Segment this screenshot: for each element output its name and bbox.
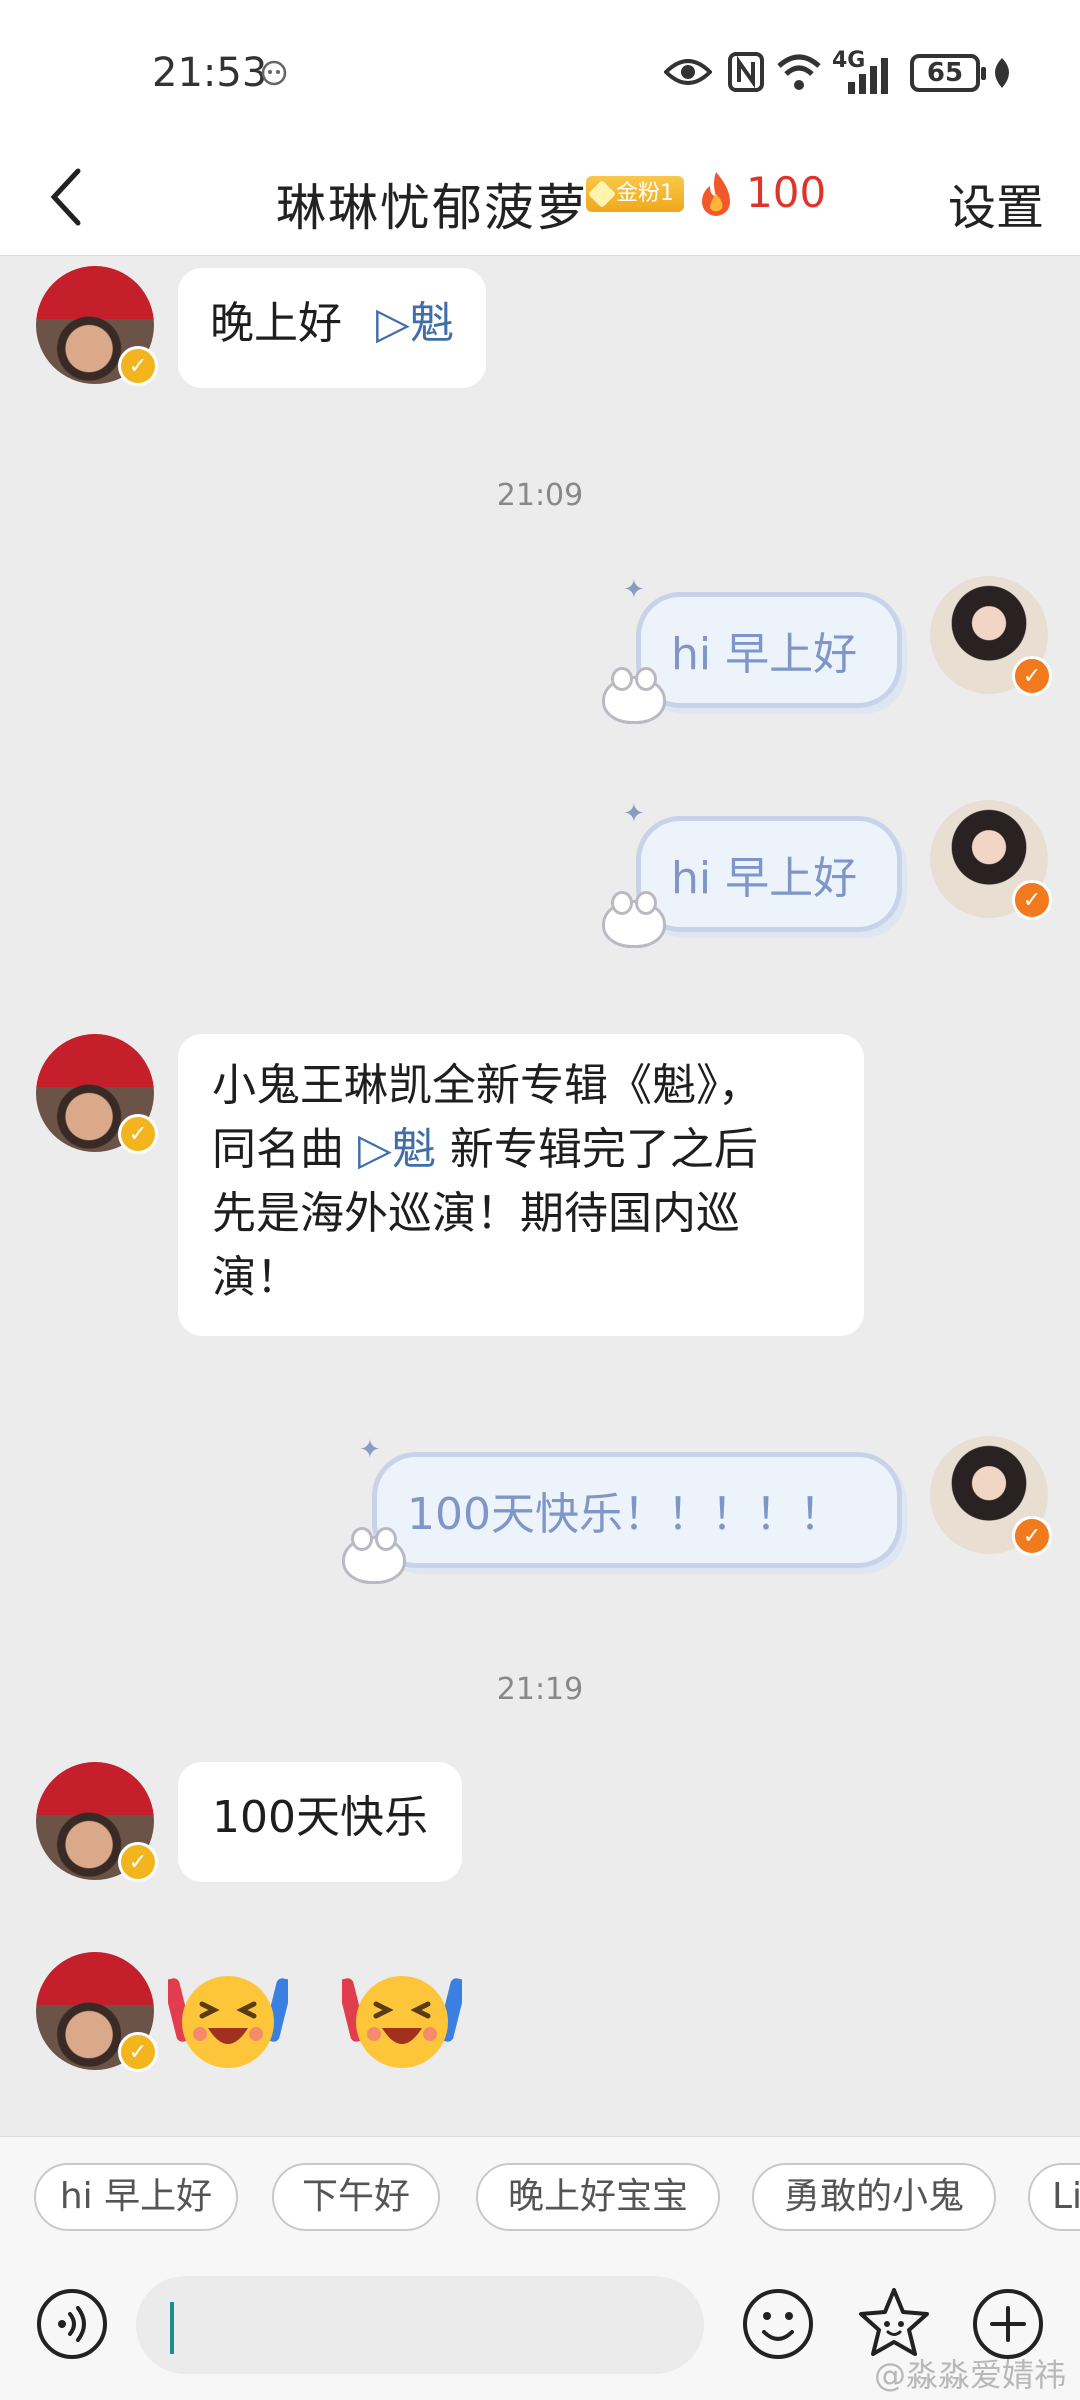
leaf-icon [995,58,1009,88]
message-text: 晚上好 [210,298,342,349]
friend-avatar[interactable]: ✓ [36,1952,158,2072]
quick-reply-chip[interactable]: hi 早上好 [34,2163,238,2231]
timestamp: 21:09 [496,478,584,513]
timestamp: 21:19 [496,1672,584,1707]
laughing-cheering-emoji-icon[interactable] [342,1956,462,2076]
message-text: hi 早上好 [671,853,858,904]
message-input[interactable] [136,2276,704,2374]
verified-icon: ✓ [118,346,158,386]
chat-area[interactable]: ✓ 晚上好 ▷魁 21:09 ✓ hi 早上好 ✓ hi 早上好 ✓ 小鬼王琳凯… [0,256,1080,2136]
fire-count: 100 [746,168,827,217]
bunny-decoration-icon [342,1527,406,1584]
quick-reply-chip[interactable]: 勇敢的小鬼 [752,2163,996,2231]
emoji-icon[interactable] [740,2286,816,2362]
wifi-icon [777,54,821,90]
chat-title[interactable]: 琳琳忧郁菠萝 [276,168,588,240]
nfc-icon [728,52,764,92]
my-avatar[interactable]: ✓ [930,576,1052,696]
song-link[interactable]: ▷魁 [358,1124,436,1175]
back-button[interactable] [36,162,96,232]
status-time: 21:53 [152,50,268,96]
message-line: 小鬼王琳凯全新专辑《魁》， [212,1060,762,1111]
verified-icon: ✓ [118,1114,158,1154]
status-bar: 21:53 4G 65 [0,0,1080,140]
friend-avatar[interactable]: ✓ [36,1034,158,1154]
message-bubble-incoming[interactable]: 100天快乐 [178,1762,462,1882]
flame-icon [702,172,730,216]
verified-icon: ✓ [1012,880,1052,920]
message-bubble-outgoing[interactable]: hi 早上好 [623,799,902,932]
message-text: hi 早上好 [671,629,858,680]
message-line: 演！ [212,1252,300,1303]
message-bubble-outgoing[interactable]: 100天快乐！！！！！ [359,1435,902,1568]
message-bubble-incoming[interactable]: 小鬼王琳凯全新专辑《魁》， 同名曲 ▷魁 新专辑完了之后 先是海外巡演！期待国内… [178,1034,864,1336]
alarm-bunny-icon [261,60,287,86]
message-bubble-outgoing[interactable]: hi 早上好 [623,575,902,708]
text-cursor [170,2302,174,2354]
quick-reply-chip[interactable]: 下午好 [272,2163,440,2231]
my-avatar[interactable]: ✓ [930,1436,1052,1556]
quick-reply-chip[interactable]: Li [1028,2163,1080,2231]
fan-level-label: 金粉1 [616,181,674,206]
verified-icon: ✓ [118,1842,158,1882]
signal-icon [848,58,888,94]
eye-icon [664,59,712,85]
laughing-cheering-emoji-icon[interactable] [168,1956,288,2076]
message-text: 100天快乐 [212,1792,428,1843]
settings-button[interactable]: 设置 [948,168,1044,238]
back-arrow-icon [50,168,81,226]
quick-reply-chip[interactable]: 晚上好宝宝 [476,2163,720,2231]
message-line: 同名曲 ▷魁 新专辑完了之后 [212,1124,758,1175]
friend-avatar[interactable]: ✓ [36,266,158,386]
watermark: @淼淼爱婧祎 [873,2356,1066,2394]
voice-icon[interactable] [34,2286,110,2362]
message-text: 100天快乐！！！！！ [407,1489,843,1540]
diamond-icon [587,179,617,209]
verified-icon: ✓ [1012,1516,1052,1556]
song-link[interactable]: ▷魁 [376,298,454,349]
battery-icon: 65 [910,54,986,92]
verified-icon: ✓ [118,2032,158,2072]
message-bubble-incoming[interactable]: 晚上好 ▷魁 [178,268,486,388]
bunny-decoration-icon [602,667,666,724]
verified-icon: ✓ [1012,656,1052,696]
friend-avatar[interactable]: ✓ [36,1762,158,1882]
fan-level-badge[interactable]: 金粉1 [586,176,684,212]
bunny-decoration-icon [602,891,666,948]
my-avatar[interactable]: ✓ [930,800,1052,920]
message-line: 先是海外巡演！期待国内巡 [212,1188,740,1239]
chat-header: 琳琳忧郁菠萝 金粉1 100 设置 [0,140,1080,256]
quick-reply-bar[interactable]: hi 早上好 下午好 晚上好宝宝 勇敢的小鬼 Li [0,2136,1080,2250]
